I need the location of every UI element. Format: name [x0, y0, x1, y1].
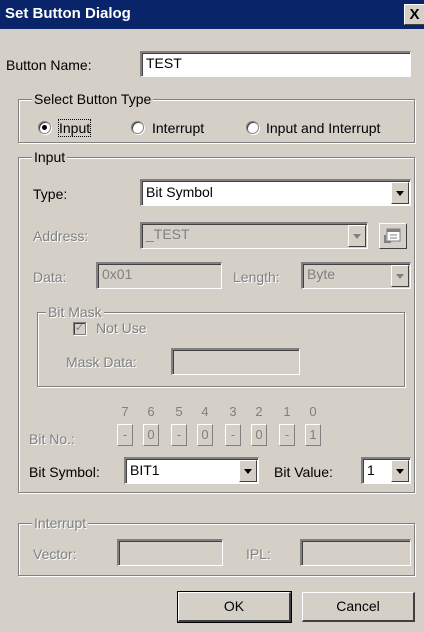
bit-number: 2 [255, 404, 263, 419]
type-select[interactable]: Bit Symbol [140, 179, 411, 206]
chevron-down-icon[interactable] [391, 182, 409, 204]
interrupt-group-title: Interrupt [32, 515, 89, 531]
vector-input[interactable] [117, 539, 223, 566]
cancel-button[interactable]: Cancel [302, 592, 415, 622]
address-select-value: _TEST [146, 226, 190, 242]
chevron-down-icon[interactable] [391, 460, 409, 482]
chevron-down-icon[interactable] [391, 265, 409, 287]
bit-number: 3 [229, 404, 237, 419]
type-label: Type: [33, 186, 68, 202]
address-browse-button[interactable] [379, 223, 407, 249]
bit-button[interactable]: 1 [305, 424, 321, 446]
close-button[interactable]: X [404, 4, 424, 25]
bit-button[interactable]: - [279, 424, 295, 446]
radio-input-and-interrupt[interactable] [246, 121, 259, 134]
radio-input[interactable] [38, 121, 51, 134]
button-name-label: Button Name: [6, 57, 92, 73]
bit-button[interactable]: - [171, 424, 187, 446]
mask-data-input[interactable] [171, 348, 300, 375]
bit-mask-title: Bit Mask [46, 304, 104, 320]
bit-value-label: Bit Value: [274, 464, 333, 480]
bit-value-select-value: 1 [367, 462, 375, 478]
mask-data-label: Mask Data: [66, 354, 137, 370]
bit-symbol-select[interactable]: BIT1 [124, 457, 259, 484]
radio-interrupt-label[interactable]: Interrupt [152, 120, 204, 136]
bit-button[interactable]: 0 [197, 424, 213, 446]
bit-number: 5 [175, 404, 183, 419]
type-select-value: Bit Symbol [146, 184, 213, 200]
button-name-input[interactable]: TEST [140, 51, 411, 77]
select-button-type-title: Select Button Type [32, 91, 154, 107]
bit-number: 4 [201, 404, 209, 419]
browse-icon [384, 228, 401, 243]
radio-interrupt[interactable] [131, 121, 144, 134]
address-label: Address: [33, 228, 89, 244]
bit-button[interactable]: 0 [251, 424, 267, 446]
radio-input-and-interrupt-label[interactable]: Input and Interrupt [266, 120, 380, 136]
bit-no-label: Bit No.: [29, 431, 75, 447]
bit-button[interactable]: - [117, 424, 133, 446]
check-icon: ✓ [74, 322, 85, 334]
not-use-label: Not Use [96, 320, 147, 336]
address-select[interactable]: _TEST [140, 222, 368, 249]
close-icon: X [409, 6, 420, 23]
length-select-value: Byte [307, 266, 336, 282]
data-input[interactable]: 0x01 [96, 262, 222, 289]
bit-button[interactable]: - [225, 424, 241, 446]
not-use-checkbox[interactable]: ✓ [73, 322, 86, 335]
bit-button[interactable]: 0 [143, 424, 159, 446]
bit-number: 0 [309, 404, 317, 419]
input-group-title: Input [32, 149, 68, 165]
radio-input-label[interactable]: Input [57, 119, 92, 137]
ok-button[interactable]: OK [177, 591, 292, 623]
data-label: Data: [33, 269, 67, 285]
bit-symbol-select-value: BIT1 [130, 462, 160, 478]
bit-number: 1 [283, 404, 291, 419]
bit-number: 6 [147, 404, 155, 419]
title-bar[interactable]: Set Button Dialog X [0, 0, 424, 29]
chevron-down-icon[interactable] [348, 225, 366, 247]
vector-label: Vector: [33, 546, 77, 562]
bit-value-select[interactable]: 1 [361, 457, 411, 484]
bit-symbol-label: Bit Symbol: [29, 464, 100, 480]
ipl-label: IPL: [246, 546, 271, 562]
bit-number: 7 [121, 404, 129, 419]
chevron-down-icon[interactable] [239, 460, 257, 482]
ipl-input[interactable] [300, 539, 411, 566]
dialog-title: Set Button Dialog [5, 5, 131, 22]
length-select[interactable]: Byte [301, 262, 411, 289]
length-label: Length: [233, 269, 280, 285]
